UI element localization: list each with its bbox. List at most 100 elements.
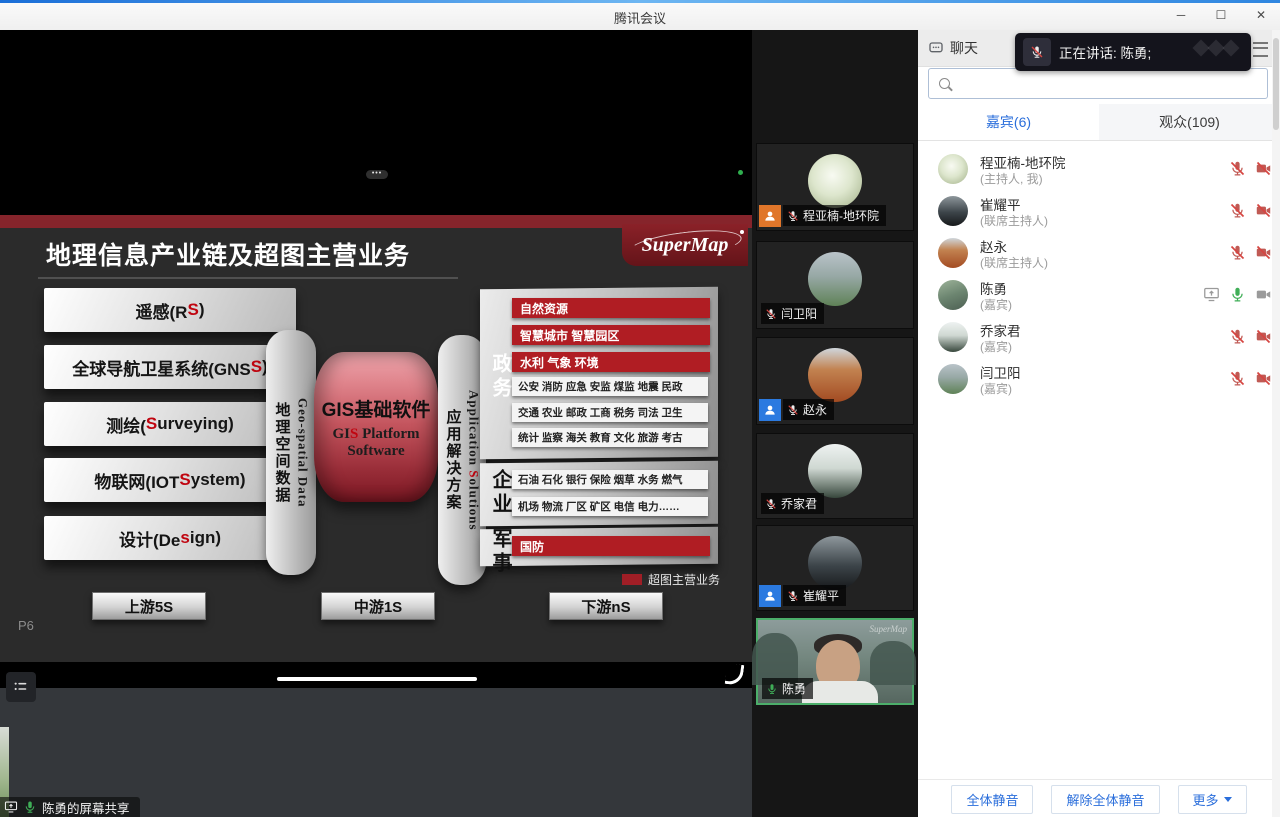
gov-row: 公安 消防 应急 安监 煤监 地震 民政 — [512, 377, 708, 396]
annotation-line — [277, 677, 477, 681]
tile-name: 陈勇 — [782, 680, 806, 697]
maximize-button[interactable]: ☐ — [1210, 4, 1232, 26]
label-part: ystem) — [191, 470, 246, 490]
label-part: 设计(De — [119, 526, 180, 551]
slide-title-underline — [38, 277, 458, 279]
video-tile-cui[interactable]: 崔耀平 — [756, 525, 914, 611]
participant-name: 乔家君 — [980, 320, 1021, 340]
cohost-badge-icon — [759, 585, 781, 607]
label-part: ) — [199, 300, 205, 320]
app-solutions-band: 应用解决方案 Application Solutions — [438, 335, 486, 585]
video-tile-chen-speaking[interactable]: SuperMap 陈勇 — [756, 618, 914, 705]
label-part: urveying) — [157, 414, 234, 434]
logo-star-icon — [740, 230, 744, 234]
participant-role: (联席主持人) — [980, 254, 1048, 271]
green-status-dot — [738, 170, 743, 175]
mic-muted-icon[interactable] — [1229, 160, 1246, 177]
upstream-box-iot: 物联网(IOT System) — [44, 458, 296, 502]
mic-muted-icon — [787, 210, 799, 222]
video-tile-zhao[interactable]: 赵永 — [756, 337, 914, 425]
gov-row: 水利 气象 环境 — [512, 352, 710, 372]
menu-icon[interactable] — [1253, 42, 1268, 57]
participant-row[interactable]: 程亚楠-地环院 (主持人, 我) — [918, 148, 1280, 190]
mic-muted-icon[interactable] — [1229, 370, 1246, 387]
label-highlight: S — [179, 470, 190, 490]
tile-name: 闫卫阳 — [781, 305, 817, 322]
participant-row[interactable]: 崔耀平 (联席主持人) — [918, 190, 1280, 232]
tile-name: 程亚楠-地环院 — [803, 207, 879, 224]
participant-name: 陈勇 — [980, 278, 1007, 298]
camera-on-icon[interactable] — [1255, 286, 1272, 303]
participant-name: 程亚楠-地环院 — [980, 152, 1066, 172]
mic-muted-icon — [1030, 45, 1044, 59]
tile-namebar: 陈勇 — [762, 678, 813, 699]
camera-muted-icon[interactable] — [1255, 370, 1272, 387]
tab-guests[interactable]: 嘉宾(6) — [918, 104, 1099, 140]
avatar — [808, 252, 862, 306]
video-tile-yan[interactable]: 闫卫阳 — [756, 241, 914, 329]
tab-audience[interactable]: 观众(109) — [1099, 104, 1280, 140]
presentation-slide: 地理信息产业链及超图主营业务 SuperMap 遥感(RS) 全球导航卫星系统(… — [0, 215, 752, 662]
participant-row[interactable]: 陈勇 (嘉宾) — [918, 274, 1280, 316]
camera-muted-icon[interactable] — [1255, 328, 1272, 345]
video-scenery — [870, 641, 916, 685]
tile-namebar: 闫卫阳 — [761, 303, 824, 324]
mic-muted-icon[interactable] — [1229, 328, 1246, 345]
screen-share-icon — [4, 800, 18, 814]
unmute-all-button[interactable]: 解除全体静音 — [1051, 785, 1159, 814]
search-input[interactable] — [956, 68, 1267, 99]
mic-muted-icon[interactable] — [1229, 244, 1246, 261]
avatar — [938, 196, 968, 226]
camera-muted-icon[interactable] — [1255, 160, 1272, 177]
participant-row[interactable]: 赵永 (联席主持人) — [918, 232, 1280, 274]
button-label: 更多 — [1193, 790, 1219, 809]
close-button[interactable]: ✕ — [1250, 4, 1272, 26]
minimize-button[interactable]: ─ — [1170, 4, 1192, 26]
label-part: 遥感(R — [136, 298, 188, 323]
gov-row: 交通 农业 邮政 工商 税务 司法 卫生 — [512, 403, 708, 422]
label-part: ign) — [190, 528, 221, 548]
chat-icon[interactable] — [928, 40, 944, 56]
shared-screen-stage: ••• 地理信息产业链及超图主营业务 SuperMap 遥感(RS) 全球导航卫… — [0, 30, 752, 817]
window-titlebar: 腾讯会议 ─ ☐ ✕ — [0, 0, 1280, 31]
participant-name: 崔耀平 — [980, 194, 1021, 214]
annotation-list-button[interactable] — [6, 672, 36, 702]
mic-on-icon[interactable] — [1229, 286, 1246, 303]
participant-row[interactable]: 乔家君 (嘉宾) — [918, 316, 1280, 358]
gis-core-cylinder: GIS基础软件 GIS Platform Software — [314, 352, 438, 502]
slide-page-number: P6 — [18, 618, 34, 633]
video-tile-cheng[interactable]: 程亚楠-地环院 — [756, 143, 914, 231]
speaking-toast-text: 正在讲话: 陈勇; — [1059, 42, 1151, 62]
section-label-enterprise: 企业 — [486, 469, 515, 517]
video-tile-qiao[interactable]: 乔家君 — [756, 433, 914, 519]
participant-row[interactable]: 闫卫阳 (嘉宾) — [918, 358, 1280, 400]
gis-core-en2: Software — [347, 443, 404, 460]
scrollbar-thumb[interactable] — [1273, 38, 1279, 130]
mute-all-button[interactable]: 全体静音 — [951, 785, 1033, 814]
video-filmstrip: 程亚楠-地环院 闫卫阳 赵永 乔家君 — [752, 30, 918, 817]
screen-share-icon[interactable] — [1203, 286, 1220, 303]
label-highlight: S — [251, 357, 262, 377]
camera-muted-icon[interactable] — [1255, 202, 1272, 219]
more-dots-icon[interactable]: ••• — [366, 170, 388, 179]
panel-scrollbar[interactable] — [1272, 30, 1280, 817]
avatar — [808, 536, 862, 590]
upstream-box-gnss: 全球导航卫星系统(GNSS) — [44, 345, 296, 389]
window-title: 腾讯会议 — [0, 8, 1280, 27]
participant-status-icons — [1203, 286, 1272, 303]
mic-muted-icon — [787, 404, 799, 416]
participant-status-icons — [1229, 328, 1272, 345]
avatar — [938, 364, 968, 394]
more-button[interactable]: 更多 — [1178, 785, 1247, 814]
avatar — [938, 322, 968, 352]
camera-muted-icon[interactable] — [1255, 244, 1272, 261]
panel-footer: 全体静音 解除全体静音 更多 — [918, 779, 1280, 817]
participant-status-icons — [1229, 370, 1272, 387]
mic-muted-icon[interactable] — [1229, 202, 1246, 219]
label-highlight: S — [187, 300, 198, 320]
section-label-military: 军事 — [486, 528, 515, 576]
avatar — [938, 238, 968, 268]
chat-tab-label[interactable]: 聊天 — [950, 38, 978, 58]
tile-namebar: 程亚楠-地环院 — [783, 205, 886, 226]
participant-role: (主持人, 我) — [980, 170, 1043, 187]
